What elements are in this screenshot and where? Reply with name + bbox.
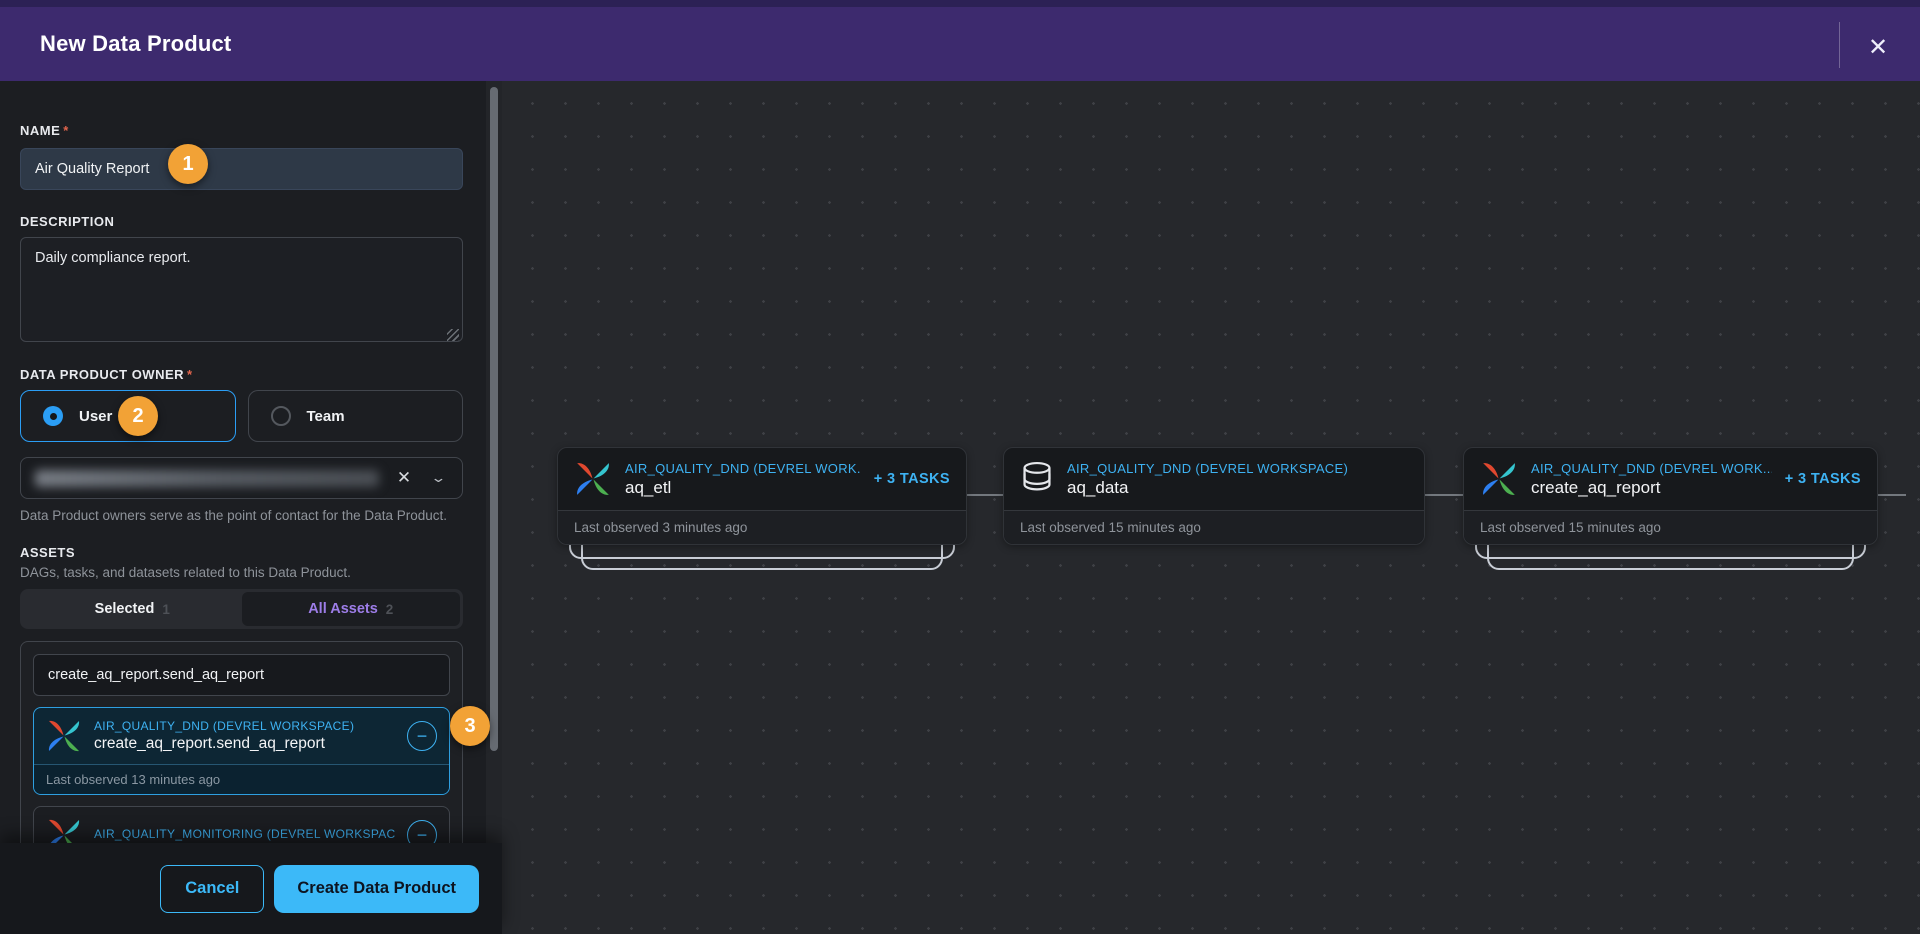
tab-selected[interactable]: Selected 1 <box>23 592 242 626</box>
lineage-canvas[interactable]: AIR_QUALITY_DND (DEVREL WORK... aq_etl +… <box>502 81 1920 934</box>
asset-card-selected[interactable]: AIR_QUALITY_DND (DEVREL WORKSPACE) creat… <box>33 707 450 795</box>
airflow-icon <box>574 460 612 498</box>
expand-tasks-button[interactable]: + 3 TASKS <box>1785 471 1861 487</box>
asset-source: AIR_QUALITY_MONITORING (DEVREL WORKSPACE… <box>94 827 395 841</box>
page-title: New Data Product <box>40 31 231 57</box>
assets-tabs: Selected 1 All Assets 2 <box>20 589 463 629</box>
name-label: NAME* <box>20 123 463 138</box>
owner-type-user-label: User <box>79 408 112 425</box>
clear-icon[interactable]: ✕ <box>391 468 417 488</box>
airflow-icon <box>1480 460 1518 498</box>
owner-type-team-label: Team <box>307 408 345 425</box>
graph-node-create-aq-report[interactable]: AIR_QUALITY_DND (DEVREL WORK... create_a… <box>1463 447 1878 545</box>
node-source: AIR_QUALITY_DND (DEVREL WORKSPACE) <box>1067 461 1408 476</box>
form-sidebar: NAME* DESCRIPTION DATA PRODUCT OWNER* Us… <box>0 81 502 934</box>
edge <box>967 494 1003 496</box>
graph-node-aq-data[interactable]: AIR_QUALITY_DND (DEVREL WORKSPACE) aq_da… <box>1003 447 1425 545</box>
minus-icon: − <box>417 826 428 844</box>
graph-node-aq-etl[interactable]: AIR_QUALITY_DND (DEVREL WORK... aq_etl +… <box>557 447 967 545</box>
edge <box>1878 494 1906 496</box>
description-textarea[interactable] <box>20 237 463 342</box>
node-name: aq_data <box>1067 478 1408 498</box>
node-source: AIR_QUALITY_DND (DEVREL WORK... <box>1531 461 1772 476</box>
new-data-product-modal: New Data Product ✕ NAME* DESCRIPTION DAT… <box>0 0 1920 934</box>
required-asterisk: * <box>63 123 69 138</box>
modal-header: New Data Product ✕ <box>0 0 1920 81</box>
minus-icon: − <box>417 727 428 745</box>
radio-selected-icon <box>43 406 63 426</box>
description-label: DESCRIPTION <box>20 214 463 229</box>
airflow-icon <box>46 718 82 754</box>
owner-type-team[interactable]: Team <box>248 390 464 442</box>
assets-description: DAGs, tasks, and datasets related to thi… <box>20 565 463 580</box>
owner-help-text: Data Product owners serve as the point o… <box>20 507 463 525</box>
node-last-observed: Last observed 15 minutes ago <box>1004 510 1424 544</box>
node-last-observed: Last observed 3 minutes ago <box>558 510 966 544</box>
sidebar-scrollbar-track[interactable] <box>486 81 502 934</box>
tab-selected-count: 1 <box>162 602 170 617</box>
remove-asset-button[interactable]: − <box>407 721 437 751</box>
asset-last-observed: Last observed 13 minutes ago <box>34 764 449 794</box>
cancel-button[interactable]: Cancel <box>160 865 264 913</box>
step-badge-3: 3 <box>450 706 490 746</box>
node-last-observed: Last observed 15 minutes ago <box>1464 510 1877 544</box>
expand-tasks-button[interactable]: + 3 TASKS <box>874 471 950 487</box>
header-divider <box>1839 22 1840 68</box>
tab-all-assets-count: 2 <box>386 602 394 617</box>
asset-name: create_aq_report.send_aq_report <box>94 735 395 753</box>
step-badge-1: 1 <box>168 144 208 184</box>
close-icon: ✕ <box>1868 33 1888 62</box>
close-button[interactable]: ✕ <box>1858 27 1898 67</box>
node-source: AIR_QUALITY_DND (DEVREL WORK... <box>625 461 861 476</box>
tab-all-assets[interactable]: All Assets 2 <box>242 592 461 626</box>
name-input[interactable] <box>20 148 463 190</box>
form-footer: Cancel Create Data Product <box>0 843 502 934</box>
required-asterisk: * <box>187 367 193 382</box>
edge <box>1425 494 1463 496</box>
dataset-icon <box>1020 461 1054 497</box>
step-badge-2: 2 <box>118 396 158 436</box>
create-data-product-button[interactable]: Create Data Product <box>274 865 479 913</box>
asset-source: AIR_QUALITY_DND (DEVREL WORKSPACE) <box>94 719 395 733</box>
owner-label: DATA PRODUCT OWNER* <box>20 367 463 382</box>
owner-value-redacted <box>35 470 379 487</box>
owner-type-radio-group: User Team <box>20 390 463 442</box>
node-name: create_aq_report <box>1531 478 1772 498</box>
sidebar-scrollbar-thumb[interactable] <box>490 87 498 751</box>
assets-label: ASSETS <box>20 545 463 560</box>
chevron-down-icon[interactable]: ⌄ <box>424 470 452 486</box>
node-name: aq_etl <box>625 478 861 498</box>
radio-unselected-icon <box>271 406 291 426</box>
owner-select[interactable]: ✕ ⌄ <box>20 457 463 499</box>
asset-search-input[interactable] <box>33 654 450 696</box>
